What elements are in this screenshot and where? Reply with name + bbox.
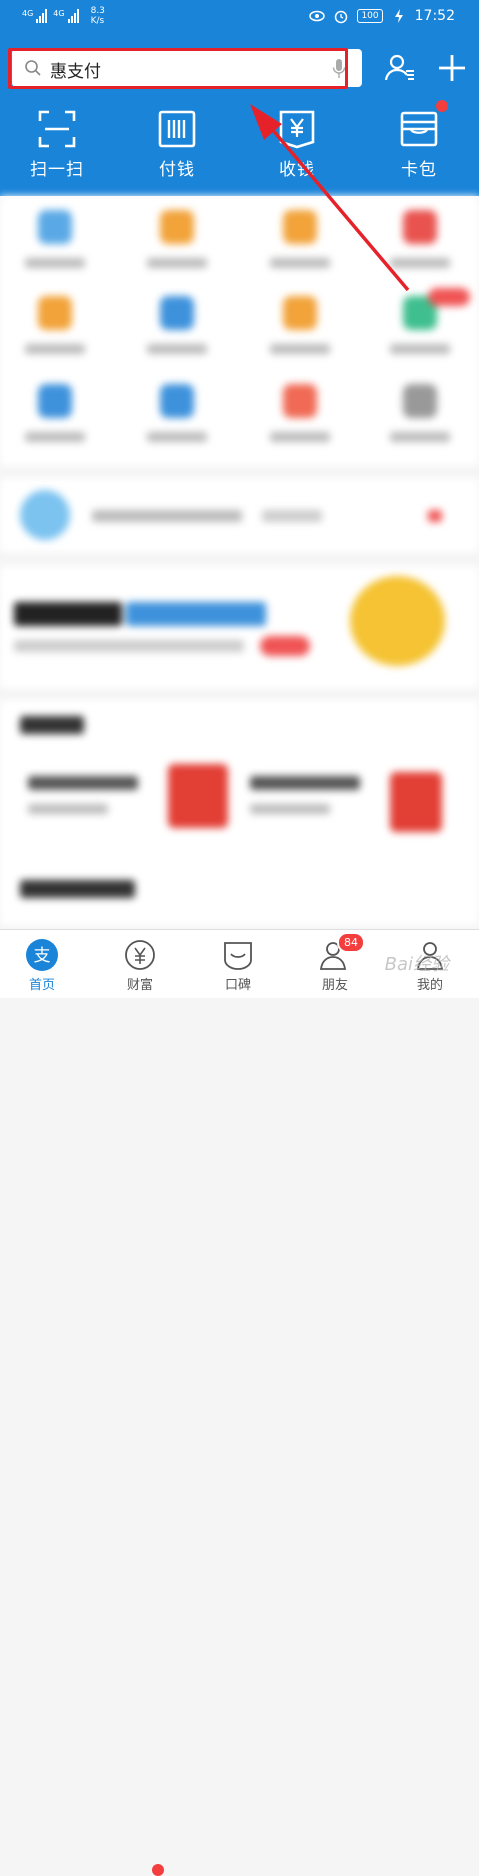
tab-label: 我的: [416, 978, 443, 993]
signal-icon: 4G: [22, 9, 48, 23]
koubei-icon: [224, 942, 252, 970]
app-grid-item[interactable]: [5, 210, 105, 268]
app-grid-item[interactable]: [5, 296, 105, 354]
plus-icon[interactable]: [434, 50, 470, 86]
barcode-icon: [158, 110, 196, 148]
quick-action-pay[interactable]: 付钱: [132, 105, 222, 180]
app-grid-item[interactable]: [127, 384, 227, 442]
search-input[interactable]: 惠支付: [50, 57, 101, 82]
charging-icon: [394, 9, 403, 23]
cardbag-icon: [400, 111, 438, 147]
quick-action-scan[interactable]: 扫一扫: [12, 105, 102, 180]
app-grid-item[interactable]: [5, 384, 105, 442]
tab-koubei[interactable]: 口碑: [198, 938, 278, 993]
quick-actions: 扫一扫 付钱 收钱 卡包: [0, 105, 479, 185]
wealth-icon: [125, 940, 155, 970]
notification-dot: [152, 1864, 164, 1876]
app-grid-item[interactable]: [250, 296, 350, 354]
search-icon: [25, 60, 41, 76]
tab-label: 首页: [28, 978, 55, 993]
alarm-icon: [335, 10, 348, 24]
quick-action-label: 收钱: [279, 160, 315, 180]
network-speed: 8.3 K/s: [91, 6, 105, 26]
promo-banner[interactable]: [0, 566, 479, 688]
app-grid-item[interactable]: [127, 296, 227, 354]
app-grid-item[interactable]: [370, 384, 470, 442]
alipay-icon: 支: [26, 939, 58, 971]
bottom-tab-bar: 支 首页 财富 口碑 朋友 我的 84 Bai经验: [0, 929, 479, 1876]
tab-home[interactable]: 支 首页: [2, 938, 82, 993]
quick-action-label: 付钱: [159, 160, 195, 180]
status-bar: 4G 4G 8.3 K/s 100 17:52: [0, 0, 479, 36]
quick-action-receive[interactable]: 收钱: [252, 105, 342, 180]
svg-text:支: 支: [34, 946, 51, 966]
notice-bar[interactable]: [0, 478, 479, 552]
app-grid-item[interactable]: [250, 210, 350, 268]
quick-action-cardbag[interactable]: 卡包: [374, 105, 464, 180]
tab-label: 朋友: [321, 978, 348, 993]
signal-icon: 4G: [53, 9, 79, 23]
quick-action-label: 卡包: [401, 160, 437, 180]
notification-dot: [436, 100, 448, 112]
battery-indicator: 100: [357, 9, 383, 23]
tab-label: 口碑: [224, 978, 251, 993]
tab-label: 财富: [126, 978, 153, 993]
scan-icon: [38, 110, 76, 148]
contacts-icon[interactable]: [382, 50, 418, 86]
signal-label: 4G: [53, 9, 65, 18]
search-bar[interactable]: 惠支付: [12, 49, 362, 87]
speed-unit: K/s: [90, 16, 105, 26]
clock: 17:52: [414, 8, 455, 24]
app-grid-item[interactable]: [127, 210, 227, 268]
yuan-icon: [279, 110, 315, 149]
eye-icon: [309, 10, 326, 22]
friends-badge: 84: [337, 932, 365, 953]
app-grid-item[interactable]: [370, 210, 470, 268]
app-grid-item[interactable]: [250, 384, 350, 442]
tab-wealth[interactable]: 财富: [100, 938, 180, 993]
speed-value: 8.3: [90, 6, 105, 16]
microphone-icon[interactable]: [332, 58, 346, 80]
signal-label: 4G: [22, 9, 34, 18]
quick-action-label: 扫一扫: [30, 160, 84, 180]
watermark: Bai经验: [384, 954, 449, 975]
content-feed: [0, 700, 479, 925]
app-grid: [0, 196, 479, 466]
